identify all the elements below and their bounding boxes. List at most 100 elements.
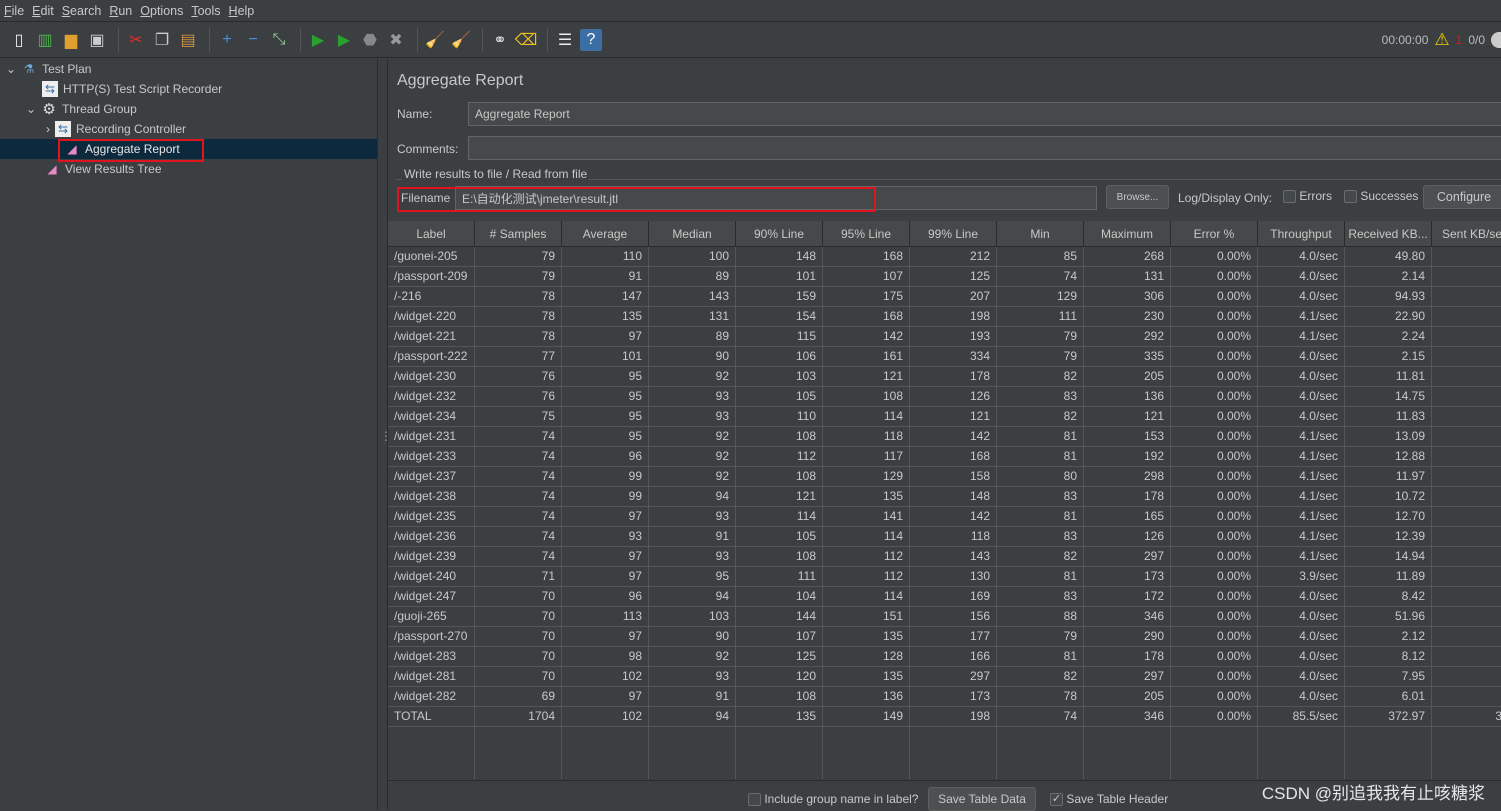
table-cell: 193: [910, 327, 997, 346]
paste-icon[interactable]: ▤: [177, 29, 199, 51]
table-cell: 110: [562, 247, 649, 266]
comments-input[interactable]: [468, 136, 1501, 160]
table-row[interactable]: /guonei-205 79 110 100 148 168 212 85 268 0.00% 4.…: [388, 247, 1501, 267]
successes-checkbox-box[interactable]: [1344, 190, 1357, 204]
menu-options[interactable]: Options: [140, 4, 183, 18]
table-row[interactable]: /-216 78 147 143 159 175 207 129 306 0.00% 4.0/sec…: [388, 287, 1501, 307]
table-row[interactable]: /widget-231 74 95 92 108 118 142 81 153 0.00% 4.1/…: [388, 427, 1501, 447]
warning-count[interactable]: 1: [1456, 33, 1463, 47]
search-icon[interactable]: ⚭: [489, 29, 511, 51]
table-row[interactable]: /passport-222 77 101 90 106 161 334 79 335 0.00% 4…: [388, 347, 1501, 367]
table-row[interactable]: /passport-270 70 97 90 107 135 177 79 290 0.00% 4.…: [388, 627, 1501, 647]
table-cell: 76: [475, 387, 562, 406]
table-row[interactable]: /widget-247 70 96 94 104 114 169 83 172 0.00% 4.0/…: [388, 587, 1501, 607]
table-row[interactable]: /widget-281 70 102 93 120 135 297 82 297 0.00% 4.0…: [388, 667, 1501, 687]
errors-checkbox-box[interactable]: [1283, 190, 1296, 204]
tree-item-view-results-tree[interactable]: ◢ View Results Tree: [44, 159, 161, 179]
tree-item-recorder[interactable]: ⇆ HTTP(S) Test Script Recorder: [42, 79, 222, 99]
table-cell: 169: [910, 587, 997, 606]
menu-search[interactable]: Search: [62, 4, 102, 18]
column-header[interactable]: Average: [562, 221, 649, 246]
column-header[interactable]: 99% Line: [910, 221, 997, 246]
table-row[interactable]: /widget-283 70 98 92 125 128 166 81 178 0.00% 4.0/…: [388, 647, 1501, 667]
column-header[interactable]: Sent KB/sec: [1432, 221, 1501, 246]
browse-button[interactable]: Browse...: [1106, 185, 1169, 209]
column-header[interactable]: Maximum: [1084, 221, 1171, 246]
copy-icon[interactable]: ❐: [151, 29, 173, 51]
stop-icon[interactable]: ⬣: [359, 29, 381, 51]
expand-icon[interactable]: +: [216, 29, 238, 51]
collapse-icon[interactable]: −: [242, 29, 264, 51]
toolbar-separator: [482, 28, 483, 52]
tree-item-recording-controller[interactable]: › ⇆ Recording Controller: [46, 119, 186, 139]
clear-icon[interactable]: 🧹: [424, 29, 446, 51]
table-cell: 89: [649, 327, 736, 346]
open-icon[interactable]: ▆: [60, 29, 82, 51]
chevron-down-icon[interactable]: ⌄: [26, 102, 36, 116]
menu-tools[interactable]: Tools: [191, 4, 220, 18]
table-row[interactable]: /widget-230 76 95 92 103 121 178 82 205 0.00% 4.0/…: [388, 367, 1501, 387]
table-row[interactable]: /widget-282 69 97 91 108 136 173 78 205 0.00% 4.0/…: [388, 687, 1501, 707]
table-row[interactable]: /widget-220 78 135 131 154 168 198 111 230 0.00% 4…: [388, 307, 1501, 327]
configure-button[interactable]: Configure: [1423, 185, 1501, 209]
save-icon[interactable]: ▣: [86, 29, 108, 51]
table-row[interactable]: /widget-240 71 97 95 111 112 130 81 173 0.00% 3.9/…: [388, 567, 1501, 587]
tree-item-thread-group[interactable]: ⌄ ⚙ Thread Group: [26, 99, 137, 119]
menu-help[interactable]: Help: [229, 4, 255, 18]
function-helper-icon[interactable]: ☰: [554, 29, 576, 51]
column-header[interactable]: Throughput: [1258, 221, 1345, 246]
table-row[interactable]: /widget-237 74 99 92 108 129 158 80 298 0.00% 4.1/…: [388, 467, 1501, 487]
table-cell: 207: [910, 287, 997, 306]
table-cell: 95: [562, 407, 649, 426]
menu-file[interactable]: File: [4, 4, 24, 18]
column-header[interactable]: Error %: [1171, 221, 1258, 246]
checkmark-icon[interactable]: ✓: [1050, 793, 1063, 807]
table-row[interactable]: /widget-235 74 97 93 114 141 142 81 165 0.00% 4.1/…: [388, 507, 1501, 527]
column-header[interactable]: 95% Line: [823, 221, 910, 246]
menu-run[interactable]: Run: [109, 4, 132, 18]
chevron-right-icon[interactable]: ›: [46, 122, 50, 136]
new-icon[interactable]: ▯: [8, 29, 30, 51]
templates-icon[interactable]: ▥: [34, 29, 56, 51]
successes-checkbox[interactable]: Successes: [1344, 189, 1418, 204]
reset-search-icon[interactable]: ⌫: [515, 29, 538, 51]
remote-icon: [1491, 32, 1501, 48]
table-row[interactable]: /widget-238 74 99 94 121 135 148 83 178 0.00% 4.1/…: [388, 487, 1501, 507]
toggle-icon[interactable]: ⤡: [268, 29, 290, 51]
start-no-pauses-icon[interactable]: ▶: [333, 29, 355, 51]
errors-checkbox[interactable]: Errors: [1283, 189, 1332, 204]
column-header[interactable]: Min: [997, 221, 1084, 246]
save-table-header-checkbox[interactable]: ✓ Save Table Header: [1050, 792, 1168, 807]
total-row[interactable]: TOTAL 1704 102 94 135 149 198 74 346 0.00% 85.5/se…: [388, 707, 1501, 727]
warning-icon[interactable]: ⚠: [1434, 30, 1449, 50]
include-group-checkbox[interactable]: Include group name in label?: [748, 792, 918, 807]
name-input[interactable]: [468, 102, 1501, 126]
shutdown-icon[interactable]: ✖: [385, 29, 407, 51]
table-row[interactable]: /widget-232 76 95 93 105 108 126 83 136 0.00% 4.0/…: [388, 387, 1501, 407]
table-row[interactable]: /widget-233 74 96 92 112 117 168 81 192 0.00% 4.1/…: [388, 447, 1501, 467]
table-row[interactable]: /widget-239 74 97 93 108 112 143 82 297 0.00% 4.1/…: [388, 547, 1501, 567]
column-header[interactable]: # Samples: [475, 221, 562, 246]
clear-all-icon[interactable]: 🧹: [450, 29, 472, 51]
help-icon[interactable]: ?: [580, 29, 602, 51]
menu-edit[interactable]: Edit: [32, 4, 54, 18]
start-icon[interactable]: ▶: [307, 29, 329, 51]
table-cell: /passport-209: [388, 267, 475, 286]
include-group-checkbox-box[interactable]: [748, 793, 761, 807]
column-header[interactable]: Median: [649, 221, 736, 246]
cut-icon[interactable]: ✂: [125, 29, 147, 51]
table-cell: 306: [1084, 287, 1171, 306]
table-row[interactable]: /guoji-265 70 113 103 144 151 156 88 346 0.00% 4.0…: [388, 607, 1501, 627]
table-row[interactable]: /widget-221 78 97 89 115 142 193 79 292 0.00% 4.1/…: [388, 327, 1501, 347]
splitter-handle[interactable]: ⋮: [378, 59, 392, 810]
table-row[interactable]: /passport-209 79 91 89 101 107 125 74 131 0.00% 4.…: [388, 267, 1501, 287]
save-table-data-button[interactable]: Save Table Data: [928, 787, 1036, 811]
table-row[interactable]: /widget-236 74 93 91 105 114 118 83 126 0.00% 4.1/…: [388, 527, 1501, 547]
column-header[interactable]: 90% Line: [736, 221, 823, 246]
column-header[interactable]: Label: [388, 221, 475, 246]
table-row[interactable]: /widget-234 75 95 93 110 114 121 82 121 0.00% 4.0/…: [388, 407, 1501, 427]
table-cell: 89: [649, 267, 736, 286]
column-header[interactable]: Received KB...: [1345, 221, 1432, 246]
tree-item-test-plan[interactable]: ⌄ ⚗ Test Plan: [6, 59, 91, 79]
chevron-down-icon[interactable]: ⌄: [6, 62, 16, 76]
